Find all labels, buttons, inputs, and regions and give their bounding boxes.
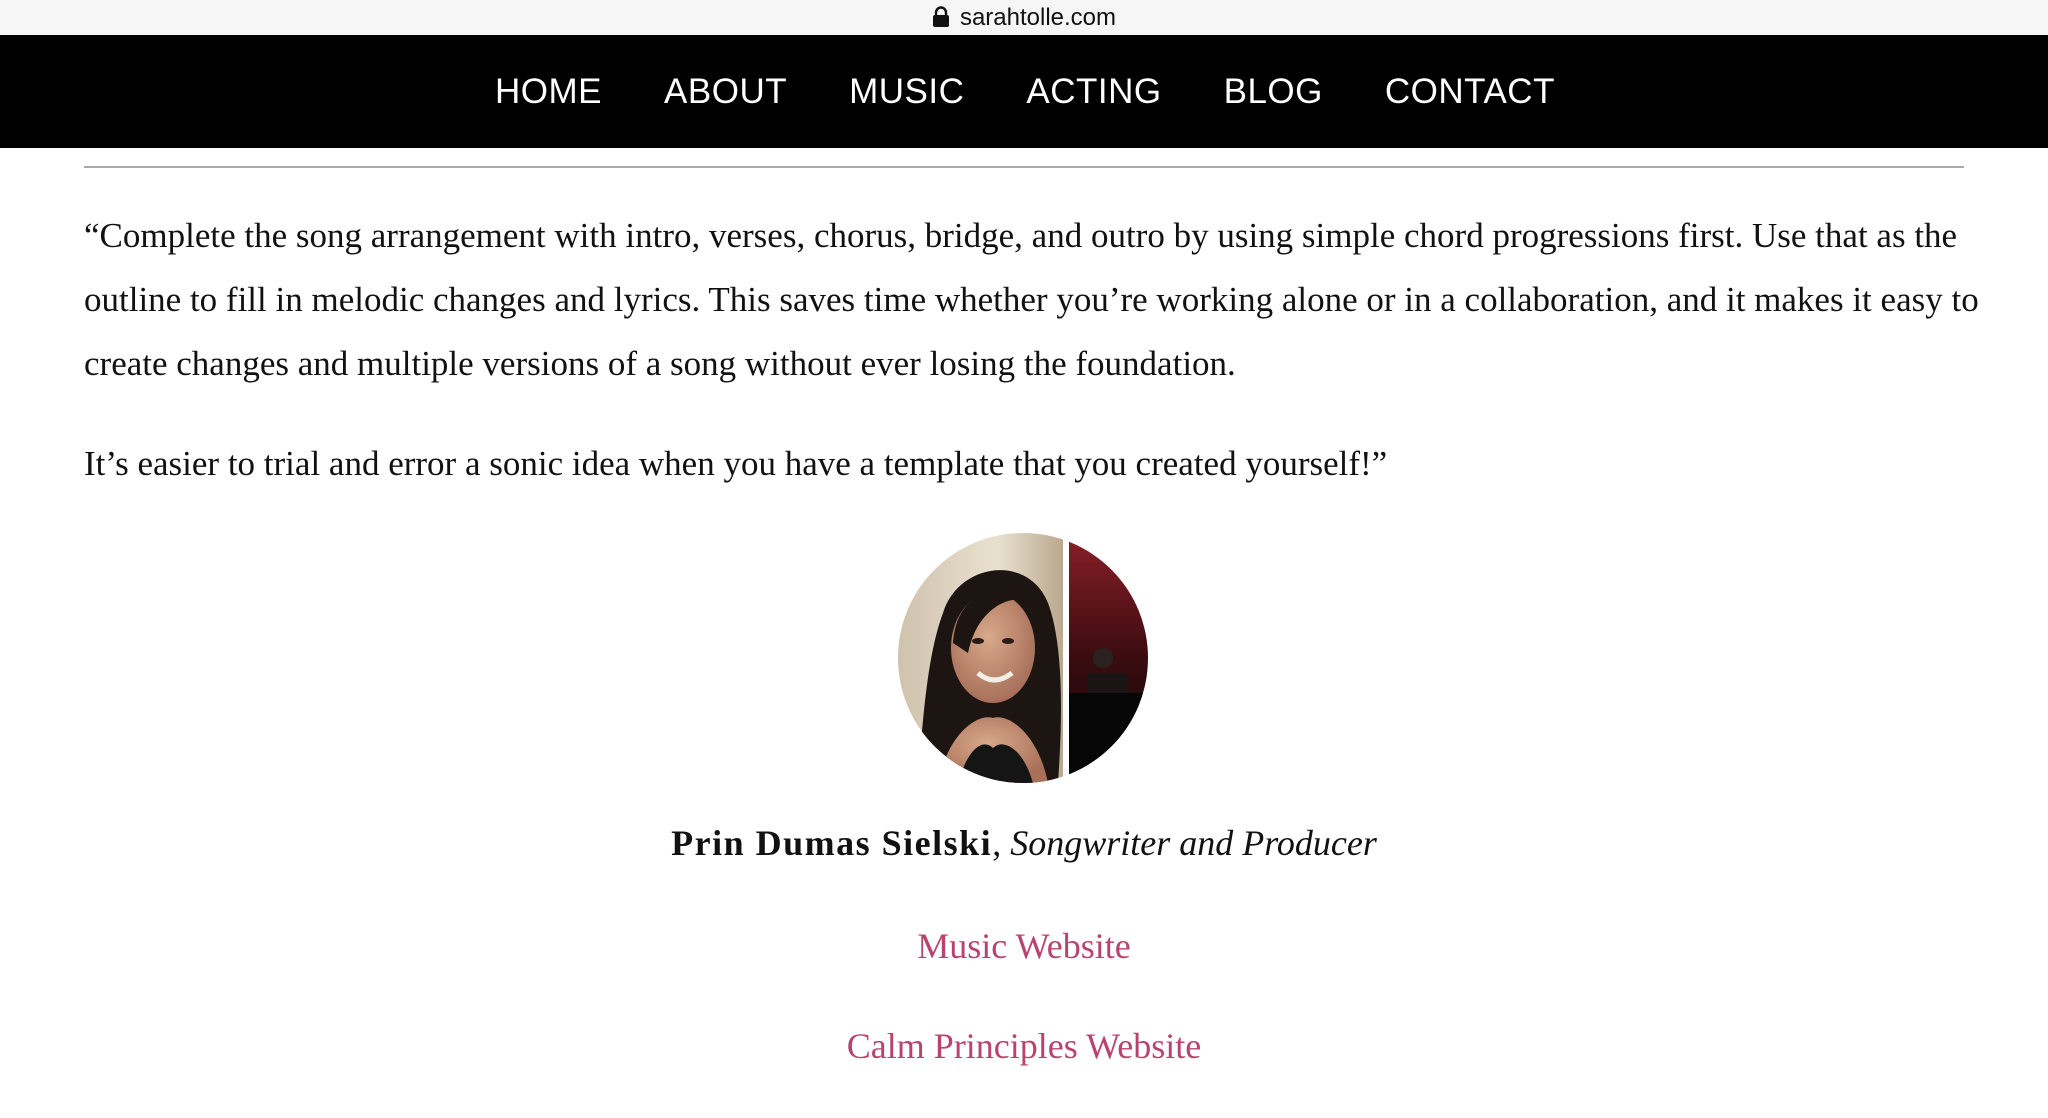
nav-item-contact[interactable]: CONTACT: [1385, 72, 1555, 112]
byline-separator: ,: [992, 823, 1011, 863]
author-role: Songwriter and Producer: [1010, 823, 1377, 863]
author-avatar: [898, 533, 1148, 783]
main-navigation: HOME ABOUT MUSIC ACTING BLOG CONTACT: [0, 35, 2048, 148]
browser-url: sarahtolle.com: [959, 3, 1117, 31]
nav-item-home[interactable]: HOME: [495, 72, 602, 112]
nav-item-blog[interactable]: BLOG: [1224, 72, 1323, 112]
browser-address-bar[interactable]: sarahtolle.com: [0, 0, 2048, 35]
music-website-link[interactable]: Music Website: [0, 925, 2048, 967]
nav-list: HOME ABOUT MUSIC ACTING BLOG CONTACT: [495, 72, 1555, 112]
calm-principles-website-link[interactable]: Calm Principles Website: [0, 1025, 2048, 1067]
testimonial-paragraph-2: It’s easier to trial and error a sonic i…: [84, 444, 1388, 483]
section-divider: [84, 166, 1964, 168]
lock-icon: [932, 5, 950, 28]
author-name: Prin Dumas Sielski: [671, 823, 993, 863]
nav-item-acting[interactable]: ACTING: [1026, 72, 1161, 112]
testimonial-paragraph-1: “Complete the song arrangement with intr…: [84, 216, 1979, 383]
nav-item-music[interactable]: MUSIC: [849, 72, 964, 112]
author-byline: Prin Dumas Sielski, Songwriter and Produ…: [0, 822, 2048, 864]
nav-item-about[interactable]: ABOUT: [664, 72, 787, 112]
